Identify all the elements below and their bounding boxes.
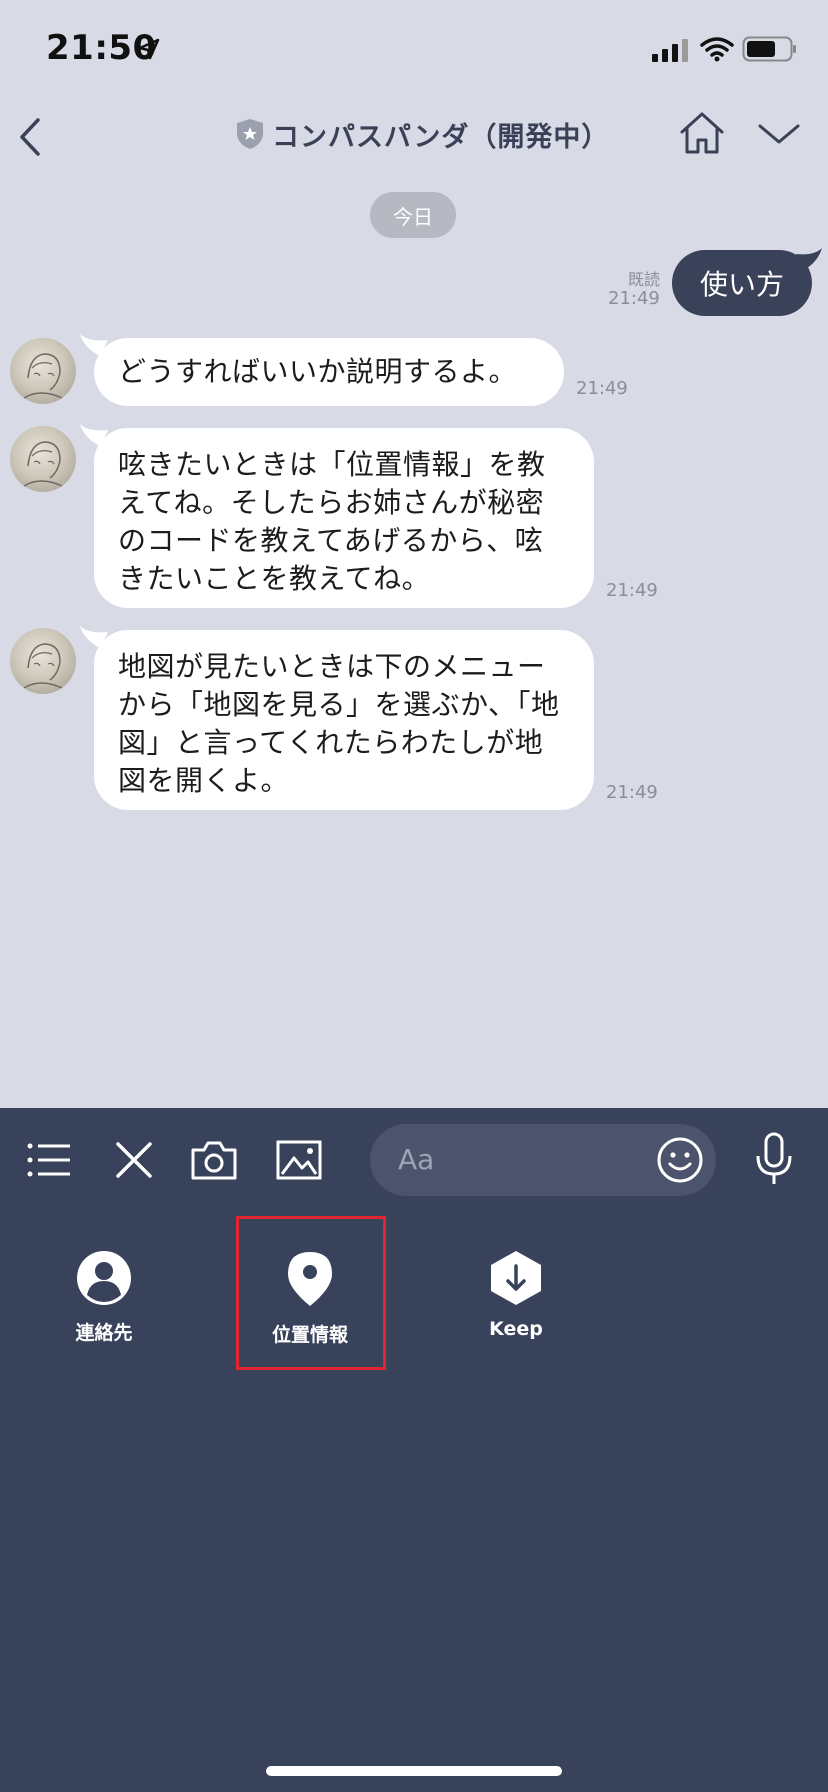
- cellular-signal-icon: [652, 39, 688, 62]
- avatar-sketch-icon: [23, 643, 63, 689]
- date-divider: 今日: [370, 192, 456, 238]
- bot-avatar[interactable]: [10, 338, 76, 404]
- message-time: 21:49: [606, 782, 658, 803]
- emoji-icon[interactable]: [656, 1136, 704, 1184]
- chat-title: コンパスパンダ（開発中）: [272, 121, 610, 153]
- menu-list-icon[interactable]: [26, 1138, 72, 1182]
- input-panel: [0, 1108, 828, 1792]
- action-contacts[interactable]: 連絡先: [44, 1250, 164, 1345]
- message-time: 21:49: [606, 580, 658, 601]
- message-time: 21:49: [608, 288, 660, 309]
- bot-avatar[interactable]: [10, 628, 76, 694]
- chat-header: コンパスパンダ（開発中）: [236, 112, 609, 156]
- received-message-bubble[interactable]: 地図が見たいときは下のメニューから「地図を見る」を選ぶか、「地図」と言ってくれた…: [94, 630, 594, 810]
- highlight-annotation: [236, 1216, 386, 1370]
- action-label: 連絡先: [75, 1322, 133, 1344]
- action-keep[interactable]: Keep: [456, 1250, 576, 1340]
- microphone-icon[interactable]: [754, 1132, 794, 1186]
- camera-icon[interactable]: [190, 1138, 238, 1182]
- image-icon[interactable]: [276, 1138, 322, 1182]
- message-input-placeholder: Aa: [398, 1143, 435, 1176]
- location-arrow-icon: [138, 38, 160, 60]
- official-shield-icon: [237, 119, 263, 149]
- avatar-sketch-icon: [23, 441, 63, 487]
- received-message-bubble[interactable]: どうすればいいか説明するよ。: [94, 338, 564, 406]
- battery-icon: [742, 36, 796, 62]
- close-icon[interactable]: [114, 1138, 154, 1182]
- avatar-sketch-icon: [23, 353, 63, 399]
- keep-download-icon: [491, 1251, 541, 1305]
- chevron-down-icon[interactable]: [756, 118, 802, 148]
- back-chevron-icon[interactable]: [10, 110, 54, 164]
- message-time: 21:49: [576, 378, 628, 399]
- action-label: Keep: [489, 1318, 543, 1340]
- home-indicator[interactable]: [266, 1766, 562, 1776]
- received-message-bubble[interactable]: 呟きたいときは「位置情報」を教えてね。そしたらお姉さんが秘密のコードを教えてあげ…: [94, 428, 594, 608]
- wifi-icon: [700, 37, 734, 62]
- person-icon: [77, 1251, 131, 1305]
- read-receipt: 既読: [627, 270, 660, 289]
- home-icon[interactable]: [678, 110, 726, 156]
- sent-message-bubble[interactable]: 使い方: [672, 250, 812, 316]
- bot-avatar[interactable]: [10, 426, 76, 492]
